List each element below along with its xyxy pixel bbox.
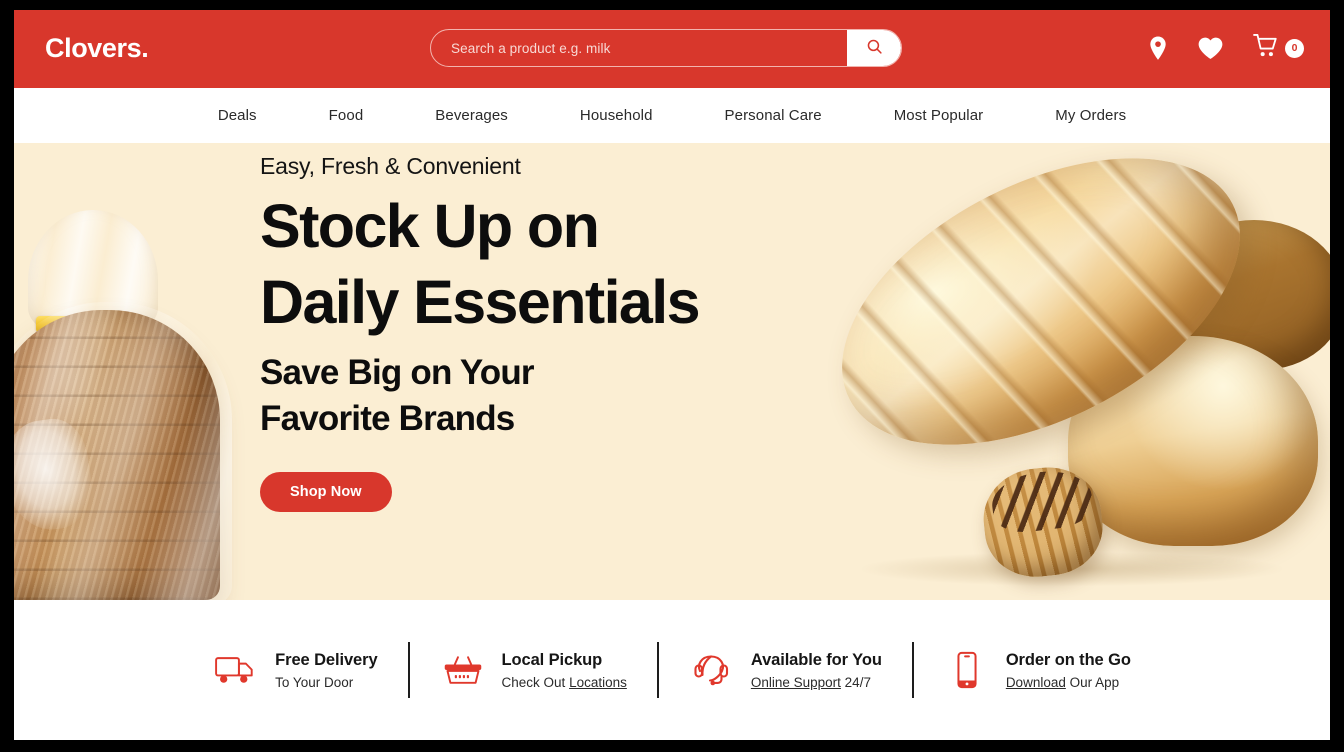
feature-local-pickup[interactable]: Local Pickup Check Out Locations: [410, 649, 657, 692]
cart-button[interactable]: 0: [1253, 34, 1304, 63]
feature-bar: Free Delivery To Your Door Local Pickup …: [14, 600, 1330, 740]
download-link[interactable]: Download: [1006, 675, 1066, 690]
site-header: Clovers. Search a product e.g. milk 0: [14, 10, 1330, 88]
feature-available-for-you[interactable]: Available for You Online Support 24/7: [659, 649, 912, 692]
search-icon: [866, 38, 883, 58]
hero-copy: Easy, Fresh & Convenient Stock Up on Dai…: [260, 143, 820, 512]
hero-title: Stock Up on Daily Essentials: [260, 188, 820, 340]
hero-title-line-2: Daily Essentials: [260, 268, 701, 336]
nav-item-personal-care[interactable]: Personal Care: [689, 107, 858, 124]
brand-logo[interactable]: Clovers.: [45, 31, 149, 65]
nav-item-most-popular[interactable]: Most Popular: [858, 107, 1020, 124]
hero-subtitle-line-2: Favorite Brands: [260, 399, 515, 438]
header-actions: 0: [1148, 34, 1304, 63]
bagged-bread-image: [14, 210, 242, 600]
shop-now-button[interactable]: Shop Now: [260, 472, 392, 512]
mobile-phone-icon: [944, 651, 990, 689]
location-pin-icon[interactable]: [1148, 36, 1168, 62]
nav-item-food[interactable]: Food: [293, 107, 400, 124]
feature-sub-suffix: 24/7: [840, 674, 871, 690]
hero-title-line-1: Stock Up on: [260, 192, 600, 260]
feature-subtitle: Online Support 24/7: [751, 674, 882, 692]
nav-item-household[interactable]: Household: [544, 107, 689, 124]
cart-icon: [1253, 34, 1280, 63]
hero-eyebrow: Easy, Fresh & Convenient: [260, 153, 521, 179]
heart-icon[interactable]: [1198, 37, 1223, 60]
feature-title: Local Pickup: [501, 650, 603, 669]
feature-title: Free Delivery: [275, 650, 378, 669]
nav-item-deals[interactable]: Deals: [182, 107, 293, 124]
search-bar: [430, 29, 902, 67]
bread-loaves-image: [796, 143, 1330, 586]
feature-sub-suffix: Our App: [1065, 674, 1120, 690]
headset-support-icon: [689, 653, 735, 687]
hero-banner: Easy, Fresh & Convenient Stock Up on Dai…: [14, 143, 1330, 600]
main-nav: Deals Food Beverages Household Personal …: [14, 88, 1330, 143]
nav-item-my-orders[interactable]: My Orders: [1019, 107, 1162, 124]
shopping-basket-icon: [440, 654, 486, 686]
feature-subtitle: Download Our App: [1006, 674, 1131, 692]
page-root: Clovers. Search a product e.g. milk 0 De…: [14, 10, 1330, 740]
feature-sub-prefix: Check Out: [501, 674, 570, 690]
feature-title: Available for You: [750, 650, 882, 669]
cart-count-badge: 0: [1285, 39, 1304, 58]
nav-item-beverages[interactable]: Beverages: [399, 107, 544, 124]
delivery-truck-icon: [213, 654, 259, 686]
search-button[interactable]: [847, 30, 901, 66]
feature-subtitle: Check Out Locations: [502, 674, 627, 692]
hero-subtitle-line-1: Save Big on Your: [260, 353, 535, 392]
feature-sub-prefix: To Your Door: [275, 674, 354, 690]
feature-title: Order on the Go: [1005, 650, 1131, 669]
screen-frame: Clovers. Search a product e.g. milk 0 De…: [0, 0, 1344, 752]
online-support-link[interactable]: Online Support: [751, 675, 841, 690]
search-input[interactable]: [431, 30, 847, 66]
feature-subtitle: To Your Door: [275, 674, 377, 692]
feature-order-on-the-go[interactable]: Order on the Go Download Our App: [914, 649, 1161, 692]
locations-link[interactable]: Locations: [569, 675, 627, 690]
hero-subtitle: Save Big on Your Favorite Brands: [260, 350, 820, 442]
feature-free-delivery[interactable]: Free Delivery To Your Door: [183, 649, 407, 692]
